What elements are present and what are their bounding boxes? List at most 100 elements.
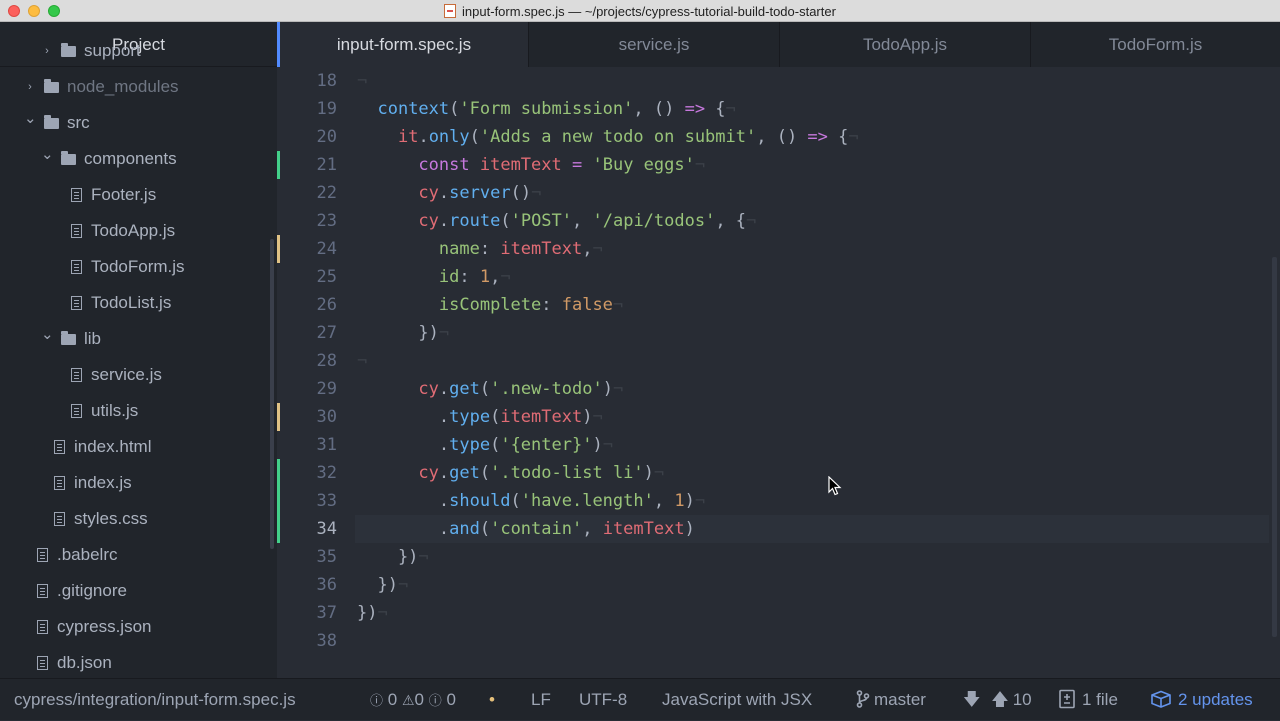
tree-folder[interactable]: › node_modules: [24, 69, 179, 105]
code-content: .type('{enter}')¬: [357, 431, 613, 459]
tab-todoform[interactable]: TodoForm.js: [1030, 22, 1280, 67]
tab-todoapp[interactable]: TodoApp.js: [779, 22, 1030, 67]
code-token: cy: [418, 211, 439, 231]
file-text-icon: [71, 296, 82, 310]
line-number: 23: [316, 211, 337, 231]
grammar-selector[interactable]: JavaScript with JSX: [662, 679, 812, 720]
code-token: :: [541, 295, 562, 315]
tree-item-label: support: [84, 41, 141, 60]
code-token: ¬: [725, 99, 736, 119]
code-line[interactable]: 31 .type('{enter}')¬: [277, 431, 1280, 459]
tree-file[interactable]: service.js: [71, 357, 162, 393]
chevron-right-icon[interactable]: ›: [24, 69, 36, 105]
tree-item-label: TodoApp.js: [91, 221, 176, 240]
line-number: 38: [316, 631, 337, 651]
encoding-selector[interactable]: UTF-8: [579, 679, 627, 720]
code-line[interactable]: 29 cy.get('.new-todo')¬: [277, 375, 1280, 403]
tree-item-label: service.js: [91, 365, 162, 384]
project-sidebar: Project › support › node_modules ⌄ src ⌄ compon…: [0, 22, 277, 678]
window-titlebar: input-form.spec.js — ~/projects/cypress-…: [0, 0, 1280, 22]
tree-folder[interactable]: ⌄ src: [24, 105, 90, 141]
code-line[interactable]: 20 it.only('Adds a new todo on submit', …: [277, 123, 1280, 151]
tree-file[interactable]: styles.css: [54, 501, 148, 537]
code-content: isComplete: false¬: [357, 291, 623, 319]
code-line[interactable]: 37})¬: [277, 599, 1280, 627]
code-line[interactable]: 25 id: 1,¬: [277, 263, 1280, 291]
code-token: only: [428, 127, 470, 147]
code-line[interactable]: 38: [277, 627, 1280, 655]
code-line[interactable]: 27 })¬: [277, 319, 1280, 347]
code-line[interactable]: 35 })¬: [277, 543, 1280, 571]
git-branch-label: master: [874, 690, 926, 709]
sidebar-scrollbar[interactable]: [270, 239, 274, 549]
tree-file[interactable]: db.json: [37, 645, 112, 678]
code-token: ¬: [397, 575, 409, 595]
tree-file[interactable]: TodoForm.js: [71, 249, 185, 285]
code-line[interactable]: 18 ¬: [277, 67, 1280, 95]
git-branch-icon: [856, 690, 870, 708]
folder-icon: [44, 114, 59, 129]
tab-input-form-spec[interactable]: input-form.spec.js: [277, 22, 528, 67]
tree-item-label: src: [67, 113, 90, 132]
package-updates[interactable]: 2 updates: [1150, 679, 1253, 720]
code-line[interactable]: 22 cy.server()¬: [277, 179, 1280, 207]
code-line[interactable]: 36 })¬: [277, 571, 1280, 599]
tree-file[interactable]: utils.js: [71, 393, 138, 429]
code-line[interactable]: 34 .and('contain', itemText): [277, 515, 1280, 543]
code-token: and: [449, 519, 480, 539]
code-line[interactable]: 30 .type(itemText)¬: [277, 403, 1280, 431]
code-line[interactable]: 21 const itemText = 'Buy eggs'¬: [277, 151, 1280, 179]
code-line[interactable]: 32 cy.get('.todo-list li')¬: [277, 459, 1280, 487]
code-token: type: [449, 407, 491, 427]
tree-item-label: node_modules: [67, 77, 179, 96]
tree-file[interactable]: .gitignore: [37, 573, 127, 609]
code-token: 1: [479, 267, 491, 287]
file-text-icon: [37, 656, 48, 670]
diagnostics-indicator[interactable]: ⓘ 0 ⚠0 ⓘ 0: [370, 679, 456, 720]
code-token: .: [438, 183, 450, 203]
tree-file[interactable]: Footer.js: [71, 177, 156, 213]
changed-files-label: 1 file: [1082, 690, 1118, 709]
code-token: false: [561, 295, 613, 315]
tree-file[interactable]: TodoApp.js: [71, 213, 175, 249]
tree-file[interactable]: index.js: [54, 465, 132, 501]
tree-folder[interactable]: › support: [41, 33, 141, 69]
code-token: =>: [684, 99, 706, 119]
tab-service[interactable]: service.js: [528, 22, 779, 67]
git-changes[interactable]: 1 file: [1058, 679, 1118, 720]
code-content: cy.get('.new-todo')¬: [357, 375, 623, 403]
status-file-path[interactable]: cypress/integration/input-form.spec.js: [14, 679, 296, 720]
code-line[interactable]: 24 name: itemText,¬: [277, 235, 1280, 263]
chevron-right-icon[interactable]: ›: [41, 33, 53, 69]
git-branch[interactable]: master: [856, 679, 926, 720]
line-number: 28: [316, 351, 337, 371]
chevron-down-icon[interactable]: ⌄: [41, 137, 54, 173]
line-ending-selector[interactable]: LF: [531, 679, 551, 720]
git-push-pull[interactable]: 🡇 🡅 10: [963, 679, 1032, 720]
code-line[interactable]: 26 isComplete: false¬: [277, 291, 1280, 319]
tree-file[interactable]: TodoList.js: [71, 285, 171, 321]
chevron-down-icon[interactable]: ⌄: [24, 101, 37, 137]
line-number: 27: [316, 323, 337, 343]
tree-file[interactable]: cypress.json: [37, 609, 151, 645]
code-line[interactable]: 19 context('Form submission', () => {¬: [277, 95, 1280, 123]
tree-file[interactable]: .babelrc: [37, 537, 117, 573]
code-line[interactable]: 33 .should('have.length', 1)¬: [277, 487, 1280, 515]
chevron-down-icon[interactable]: ⌄: [41, 317, 54, 353]
file-text-icon: [37, 584, 48, 598]
tree-folder[interactable]: ⌄ lib: [41, 321, 101, 357]
code-content: })¬: [357, 599, 388, 627]
tree-item-label: lib: [84, 329, 102, 348]
tree-file[interactable]: index.html: [54, 429, 151, 465]
tree-folder[interactable]: ⌄ components: [41, 141, 177, 177]
error-icon: ⓘ: [370, 693, 384, 708]
code-editor[interactable]: 18 ¬ 19 context('Form submission', () => {…: [277, 67, 1280, 678]
code-token: 1: [674, 491, 685, 511]
code-line[interactable]: 23 cy.route('POST', '/api/todos', {¬: [277, 207, 1280, 235]
code-token: 'POST': [510, 211, 573, 231]
code-token: }): [357, 323, 439, 343]
code-token: ,: [582, 519, 603, 539]
git-ahead-count: 10: [1012, 690, 1032, 709]
code-line[interactable]: 28 ¬: [277, 347, 1280, 375]
